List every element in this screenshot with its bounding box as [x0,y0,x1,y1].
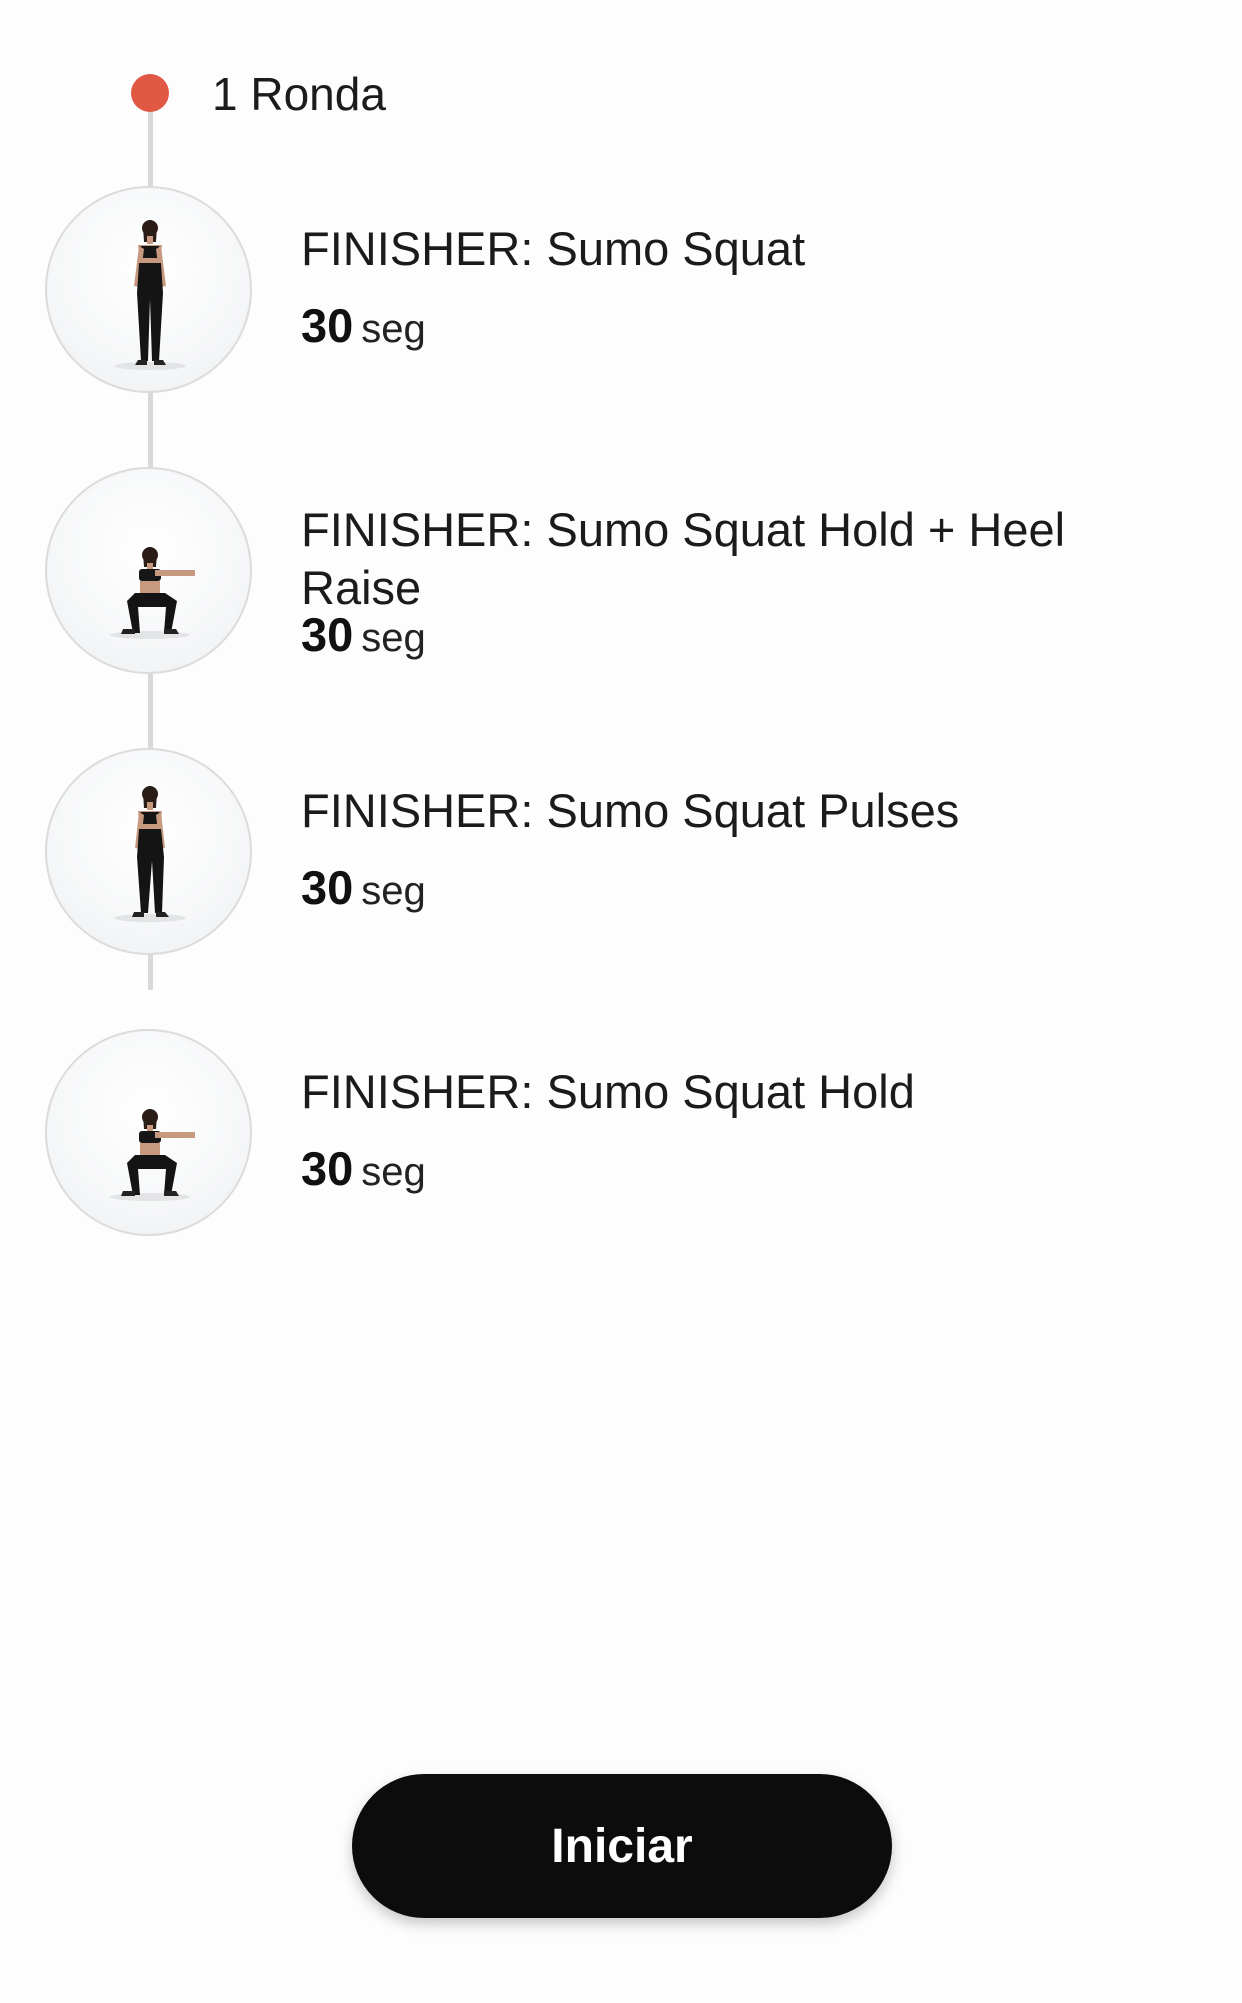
exercise-thumbnail [45,1029,252,1236]
squat-figure-icon [110,1109,195,1201]
exercise-thumbnail [45,186,252,393]
start-button[interactable]: Iniciar [352,1774,892,1918]
exercise-item[interactable]: FINISHER: Sumo Squat 30 seg [0,186,1242,401]
duration-unit: seg [361,616,426,660]
duration-unit: seg [361,307,426,351]
round-label: 1 Ronda [212,68,386,120]
duration-value: 30 [301,608,354,661]
exercise-item[interactable]: FINISHER: Sumo Squat Pulses 30 seg [0,748,1242,963]
squat-figure-icon [110,547,195,639]
duration-value: 30 [301,299,354,352]
standing-figure-icon [114,786,186,922]
duration-unit: seg [361,869,426,913]
exercise-duration: 30 seg [301,1141,426,1196]
duration-unit: seg [361,1150,426,1194]
exercise-thumbnail [45,748,252,955]
round-indicator-dot [131,74,169,112]
exercise-title: FINISHER: Sumo Squat Pulses [301,784,960,837]
exercise-title: FINISHER: Sumo Squat Hold [301,1065,915,1118]
exercise-title: FINISHER: Sumo Squat [301,222,806,275]
exercise-duration: 30 seg [301,607,426,662]
exercise-item[interactable]: FINISHER: Sumo Squat Hold + Heel Raise 3… [0,467,1242,682]
duration-value: 30 [301,861,354,914]
exercise-item[interactable]: FINISHER: Sumo Squat Hold 30 seg [0,1029,1242,1244]
duration-value: 30 [301,1142,354,1195]
exercise-thumbnail [45,467,252,674]
exercise-title: FINISHER: Sumo Squat Hold + Heel Raise [301,503,1066,614]
standing-figure-icon [114,220,186,370]
exercise-duration: 30 seg [301,860,426,915]
exercise-duration: 30 seg [301,298,426,353]
